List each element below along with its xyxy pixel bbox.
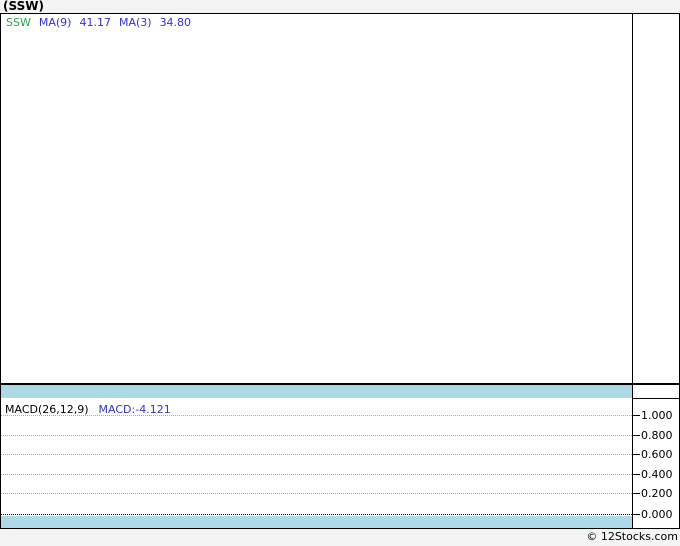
macd-axis-tick xyxy=(633,514,640,515)
macd-axis-tick xyxy=(633,454,640,455)
macd-axis-label: 0.600 xyxy=(641,448,673,461)
y-axis-divider-line xyxy=(632,14,633,528)
macd-axis-tick xyxy=(633,415,640,416)
ticker-label: SSW xyxy=(6,16,31,29)
price-panel-legend: SSW MA(9) 41.17 MA(3) 34.80 xyxy=(6,16,199,29)
macd-axis-label: 0.000 xyxy=(641,508,673,521)
copyright-credit: © 12Stocks.com xyxy=(586,530,678,543)
macd-gridline-0.400 xyxy=(1,474,632,475)
stock-chart-page: (SSW) SSW MA(9) 41.17 MA(3) 34.80 MACD(26,12… xyxy=(0,0,680,546)
separator-band-bottom xyxy=(1,516,632,528)
ma9-label: MA(9) xyxy=(38,16,72,29)
ma3-value: 34.80 xyxy=(159,16,192,29)
macd-gridline-0.200 xyxy=(1,493,632,494)
chart-frame: SSW MA(9) 41.17 MA(3) 34.80 MACD(26,12,9) MAC… xyxy=(0,13,680,529)
macd-gridline-1.000 xyxy=(1,415,632,416)
macd-axis-label: 0.800 xyxy=(641,429,673,442)
macd-axis-label: 0.400 xyxy=(641,468,673,481)
macd-zero-line xyxy=(1,514,632,515)
ma3-label: MA(3) xyxy=(118,16,152,29)
separator-band-top xyxy=(1,385,632,398)
macd-axis-tick xyxy=(633,474,640,475)
macd-axis-tick xyxy=(633,435,640,436)
macd-axis-label: 0.200 xyxy=(641,487,673,500)
macd-gridline-0.800 xyxy=(1,435,632,436)
macd-axis-label: 1.000 xyxy=(641,409,673,422)
macd-axis-tick xyxy=(633,493,640,494)
page-title: (SSW) xyxy=(3,0,44,13)
ma9-value: 41.17 xyxy=(79,16,111,29)
macd-gridline-0.600 xyxy=(1,454,632,455)
macd-axis-top-border xyxy=(633,398,679,399)
